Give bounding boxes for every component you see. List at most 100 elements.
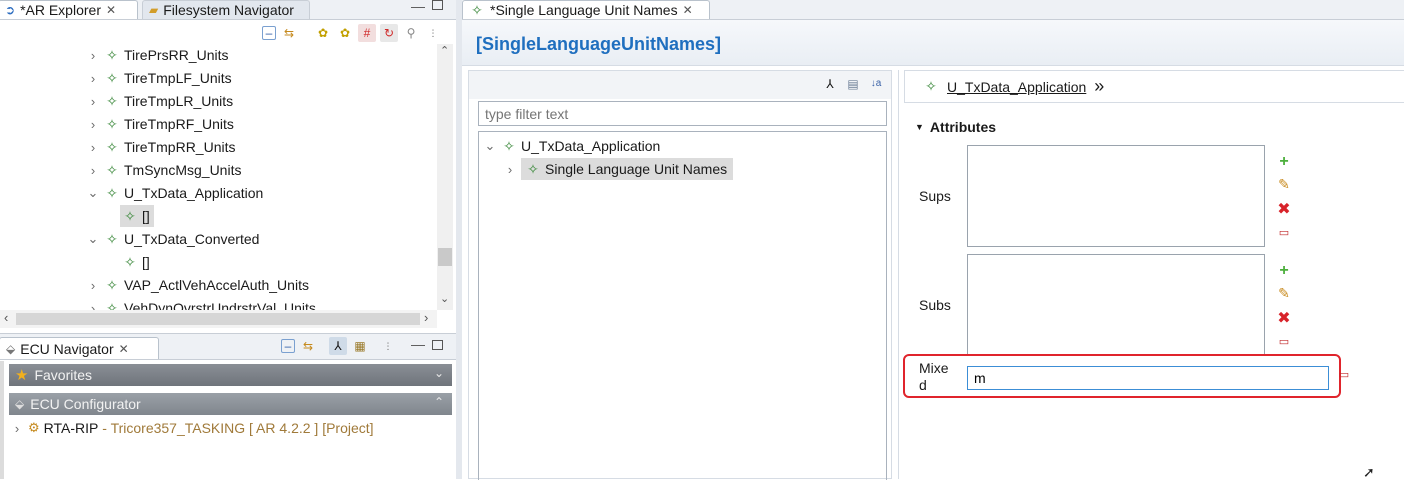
close-icon[interactable]: ✕ xyxy=(683,3,693,17)
favorites-label: Favorites xyxy=(34,367,93,383)
maximize-icon[interactable] xyxy=(432,340,443,350)
node-icon: ✧ xyxy=(527,160,539,177)
chevron-right-icon[interactable]: › xyxy=(86,278,100,293)
chevron-right-icon[interactable]: › xyxy=(86,117,100,132)
tab-ecu-navigator[interactable]: ⬙ ECU Navigator ✕ xyxy=(0,337,159,359)
collapse-all-icon[interactable]: – xyxy=(262,26,276,40)
hierarchy-icon[interactable]: ⅄ xyxy=(821,75,839,93)
project-item[interactable]: › ⚙ RTA-RIP - Tricore357_TASKING [ AR 4.… xyxy=(10,417,374,439)
filter-input[interactable] xyxy=(478,101,887,126)
scroll-thumb[interactable] xyxy=(16,313,420,325)
grid-icon[interactable]: # xyxy=(358,24,376,42)
editor-tab-title: *Single Language Unit Names xyxy=(490,2,678,18)
ar-explorer-toolbar: – ⇆ ✿ ✿ # ↻ ⚲ ⋮ xyxy=(262,22,452,44)
minimize-icon[interactable]: — xyxy=(411,336,425,352)
triangle-down-icon[interactable]: ▼ xyxy=(915,122,924,132)
chevron-right-icon[interactable]: › xyxy=(86,71,100,86)
node-icon: ✧ xyxy=(106,92,118,109)
outline-child-selected[interactable]: ✧ Single Language Unit Names xyxy=(521,158,734,180)
chevron-down-icon[interactable]: ⌄ xyxy=(483,138,497,154)
edit-icon[interactable]: ✎ xyxy=(1275,284,1293,302)
scroll-up-icon[interactable]: ⌃ xyxy=(440,44,449,57)
tree-item-label: TirePrsRR_Units xyxy=(124,47,229,63)
hierarchy-icon[interactable]: ⅄ xyxy=(329,337,347,355)
link-with-editor-icon[interactable]: ⇆ xyxy=(280,24,298,42)
chevron-right-icon[interactable]: › xyxy=(86,48,100,63)
tree-item[interactable]: › ✧ TirePrsRR_Units xyxy=(86,44,229,66)
chevron-right-icon[interactable]: › xyxy=(86,301,100,311)
attributes-section-header[interactable]: ▼ Attributes xyxy=(915,119,996,135)
ecu-configurator-group[interactable]: ⬙ ECU Configurator ⌃ xyxy=(9,393,452,415)
favorites-group[interactable]: ★ Favorites ⌄ xyxy=(9,364,452,386)
subs-list[interactable] xyxy=(967,254,1265,356)
scroll-down-icon[interactable]: ⌄ xyxy=(440,292,449,305)
tree-item[interactable]: ⌄ ✧ U_TxData_Converted xyxy=(86,228,260,250)
add-icon[interactable]: + xyxy=(1275,153,1293,171)
document-icon[interactable]: ▤ xyxy=(844,75,862,93)
tree-item[interactable]: › ✧ TireTmpLR_Units xyxy=(86,90,233,112)
tree-item-selected[interactable]: ✧ [] xyxy=(120,205,154,227)
chevron-right-icon[interactable]: › xyxy=(503,162,517,177)
sort-az-icon[interactable]: ↓a xyxy=(867,75,885,93)
node-icon: ✧ xyxy=(503,137,515,154)
scroll-left-icon[interactable]: ‹ xyxy=(4,310,8,325)
breadcrumb-link[interactable]: U_TxData_Application xyxy=(947,79,1086,95)
outline-root-label: U_TxData_Application xyxy=(521,138,661,154)
filter-alt-icon[interactable]: ✿ xyxy=(336,24,354,42)
node-icon: ✧ xyxy=(106,230,118,247)
scroll-right-icon[interactable]: › xyxy=(424,310,428,325)
tree-item[interactable]: › ✧ VAP_ActlVehAccelAuth_Units xyxy=(86,274,309,296)
reference-icon[interactable]: ▭ xyxy=(1275,333,1293,351)
tree-item[interactable]: › ✧ TmSyncMsg_Units xyxy=(86,159,242,181)
tab-ar-explorer[interactable]: ➲ *AR Explorer ✕ xyxy=(0,0,138,19)
node-icon: ✧ xyxy=(925,78,937,94)
reference-icon[interactable]: ▭ xyxy=(1335,366,1353,384)
tree-item[interactable]: › ✧ TireTmpLF_Units xyxy=(86,67,232,89)
chevron-right-icon[interactable]: › xyxy=(86,163,100,178)
view-menu-icon[interactable]: ⋮ xyxy=(379,337,397,355)
minimize-icon[interactable]: — xyxy=(411,0,425,14)
maximize-icon[interactable] xyxy=(432,0,443,10)
tab-single-language-unit-names[interactable]: ✧ *Single Language Unit Names ✕ xyxy=(462,0,710,19)
pin-icon[interactable]: ⚲ xyxy=(402,24,420,42)
sups-list[interactable] xyxy=(967,145,1265,247)
view-menu-icon[interactable]: ⋮ xyxy=(424,24,442,42)
delete-icon[interactable]: ✖ xyxy=(1275,201,1293,219)
edit-icon[interactable]: ✎ xyxy=(1275,175,1293,193)
vertical-scrollbar[interactable]: ⌃ ⌄ xyxy=(437,44,453,310)
tree-item[interactable]: › ✧ VehDynOvrstrUndrstrVal_Units xyxy=(86,297,316,311)
node-icon: ✧ xyxy=(124,207,136,224)
chevron-up-icon[interactable]: ⌃ xyxy=(434,395,444,409)
delete-icon[interactable]: ✖ xyxy=(1275,310,1293,328)
filter-icon[interactable]: ✿ xyxy=(314,24,332,42)
chevron-right-icon[interactable]: › xyxy=(10,421,24,436)
scroll-thumb[interactable] xyxy=(438,248,452,266)
horizontal-scrollbar[interactable]: ‹ › xyxy=(0,310,437,328)
tree-item[interactable]: › ✧ TireTmpRR_Units xyxy=(86,136,236,158)
tree-item[interactable]: ⌄ ✧ U_TxData_Application xyxy=(86,182,264,204)
close-icon[interactable]: ✕ xyxy=(119,342,129,356)
subs-label: Subs xyxy=(919,297,951,313)
node-icon: ✧ xyxy=(106,69,118,86)
chevron-down-icon[interactable]: ⌄ xyxy=(86,185,100,201)
tree-item[interactable]: ✧ [] xyxy=(120,251,150,273)
link-with-editor-icon[interactable]: ⇆ xyxy=(299,337,317,355)
chevron-right-icon[interactable]: › xyxy=(86,94,100,109)
chevron-right-icon[interactable]: › xyxy=(86,140,100,155)
tab-filesystem-navigator[interactable]: ▰ Filesystem Navigator xyxy=(142,0,310,19)
tree-item-label: TmSyncMsg_Units xyxy=(124,162,242,178)
add-icon[interactable]: + xyxy=(1275,262,1293,280)
outline-root-item[interactable]: ⌄ ✧ U_TxData_Application xyxy=(483,135,661,157)
mixed-input[interactable] xyxy=(967,366,1329,390)
sash[interactable] xyxy=(456,0,462,479)
table-icon[interactable]: ▦ xyxy=(351,337,369,355)
chevron-down-icon[interactable]: ⌄ xyxy=(434,366,444,380)
double-chevron-right-icon[interactable]: » xyxy=(1094,76,1104,97)
outline-child-item[interactable]: › ✧ Single Language Unit Names xyxy=(503,158,734,180)
chevron-down-icon[interactable]: ⌄ xyxy=(86,231,100,247)
close-icon[interactable]: ✕ xyxy=(106,3,116,17)
refresh-icon[interactable]: ↻ xyxy=(380,24,398,42)
collapse-all-icon[interactable]: – xyxy=(281,339,295,353)
reference-icon[interactable]: ▭ xyxy=(1275,224,1293,242)
tree-item[interactable]: › ✧ TireTmpRF_Units xyxy=(86,113,234,135)
